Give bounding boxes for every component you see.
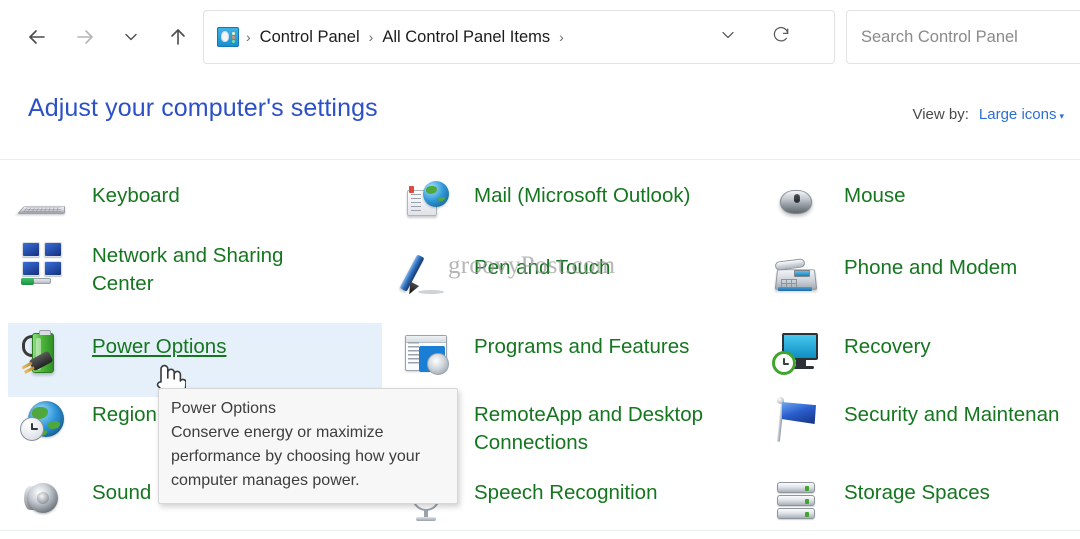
breadcrumb-separator-1: › (368, 29, 374, 45)
item-power-options[interactable]: Power Options (8, 323, 382, 397)
item-programs-and-features[interactable]: Programs and Features (390, 323, 740, 397)
recent-locations-chevron-icon (121, 27, 141, 47)
item-mail-microsoft-outlook[interactable]: Mail (Microsoft Outlook) (390, 172, 740, 246)
item-label: RemoteApp and Desktop Connections (474, 403, 704, 454)
forward-arrow-icon (73, 25, 97, 49)
keyboard-icon (16, 178, 68, 226)
recent-locations-button[interactable] (108, 14, 154, 60)
view-by-control[interactable]: View by: Large icons ▾ (912, 106, 1064, 124)
item-storage-spaces[interactable]: Storage Spaces (760, 469, 1080, 539)
item-mouse[interactable]: Mouse (760, 172, 1080, 246)
item-recovery[interactable]: Recovery (760, 323, 1080, 397)
item-label: Network and Sharing Center (92, 244, 284, 295)
address-bar[interactable]: › Control Panel › All Control Panel Item… (203, 10, 835, 64)
items-column-3: Mouse Phone and Modem Recovery Security … (760, 160, 1080, 539)
page-title: Adjust your computer's settings (28, 94, 378, 122)
page-header: Adjust your computer's settings View by:… (0, 74, 1080, 160)
breadcrumb-separator-2: › (559, 29, 564, 45)
breadcrumb-control-panel[interactable]: Control Panel (258, 25, 362, 50)
view-by-label: View by: (912, 106, 969, 123)
address-toolbar: › Control Panel › All Control Panel Item… (0, 0, 1080, 74)
search-box[interactable]: Search Control Panel (846, 10, 1080, 64)
item-phone-and-modem[interactable]: Phone and Modem (760, 244, 1080, 318)
power-options-icon (20, 329, 68, 377)
chevron-down-icon: ▾ (1059, 111, 1064, 121)
address-dropdown-button[interactable] (714, 23, 742, 51)
network-sharing-icon (20, 238, 68, 286)
back-arrow-icon (25, 25, 49, 49)
up-button[interactable] (155, 14, 201, 60)
item-label: Mouse (844, 184, 906, 207)
item-label: Phone and Modem (844, 256, 1018, 279)
security-maintenance-icon (772, 397, 820, 445)
view-by-dropdown[interactable]: Large icons ▾ (979, 106, 1064, 124)
breadcrumb-separator-0: › (246, 29, 251, 45)
item-label: Recovery (844, 335, 931, 358)
breadcrumb-all-control-panel-items[interactable]: All Control Panel Items (380, 25, 552, 50)
phone-modem-icon (772, 250, 820, 298)
control-panel-icon (217, 27, 239, 47)
sound-icon (20, 475, 68, 523)
pen-and-touch-icon (399, 250, 450, 298)
item-security-and-maintenance[interactable]: Security and Maintenan (760, 391, 1080, 465)
item-label: Sound (92, 481, 152, 504)
mouse-icon (772, 178, 820, 226)
item-label: Power Options (92, 335, 227, 358)
tooltip-title: Power Options (171, 400, 276, 417)
item-label: Region (92, 403, 157, 426)
programs-features-icon (402, 329, 450, 377)
storage-spaces-icon (772, 475, 820, 523)
refresh-button[interactable] (766, 22, 796, 52)
refresh-icon (771, 25, 791, 50)
control-panel-window: › Control Panel › All Control Panel Item… (0, 0, 1080, 539)
region-icon (20, 397, 68, 445)
forward-button[interactable] (62, 14, 108, 60)
search-input[interactable]: Search Control Panel (861, 28, 1018, 47)
mail-icon (402, 178, 450, 226)
item-label: Security and Maintenan (844, 403, 1060, 426)
back-button[interactable] (14, 14, 60, 60)
view-by-value: Large icons (978, 106, 1057, 123)
bottom-divider (0, 530, 1080, 531)
tooltip: Power Options Conserve energy or maximiz… (158, 388, 458, 504)
watermark: groovyPost.com (448, 252, 616, 279)
item-label: Keyboard (92, 184, 180, 207)
item-label: Speech Recognition (474, 481, 658, 504)
item-label: Storage Spaces (844, 481, 990, 504)
item-network-and-sharing-center[interactable]: Network and Sharing Center (8, 232, 382, 306)
recovery-icon (772, 329, 820, 377)
address-dropdown-chevron-icon (718, 25, 738, 50)
item-label: Mail (Microsoft Outlook) (474, 184, 691, 207)
tooltip-body: Conserve energy or maximize performance … (171, 424, 421, 489)
up-arrow-icon (166, 25, 190, 49)
item-label: Programs and Features (474, 335, 690, 358)
